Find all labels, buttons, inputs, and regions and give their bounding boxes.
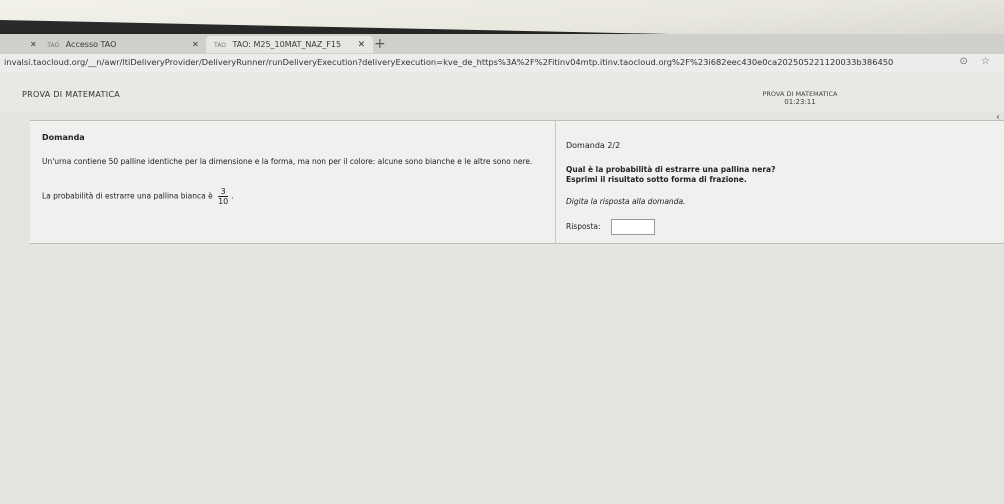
tab-favicon-icon: TAO bbox=[47, 42, 60, 49]
answer-row: Risposta: bbox=[566, 219, 986, 235]
timer: 01:23:11 bbox=[784, 98, 816, 106]
tab-tao-test[interactable]: TAO TAO: M25_10MAT_NAZ_F15 ✕ bbox=[206, 36, 374, 53]
probability-text: La probabilità di estrarre una pallina b… bbox=[42, 191, 213, 201]
question-counter: Domanda 2/2 bbox=[566, 141, 621, 150]
screen: ✕ TAO Accesso TAO ✕ TAO TAO: M25_10MAT_N… bbox=[0, 34, 1004, 504]
close-icon[interactable]: ✕ bbox=[192, 36, 199, 53]
question-stimulus: Domanda Un'urna contiene 50 palline iden… bbox=[42, 133, 552, 206]
question-stem: Un'urna contiene 50 palline identiche pe… bbox=[42, 157, 533, 166]
divider bbox=[555, 121, 556, 243]
test-info: PROVA DI MATEMATICA 01:23:11 bbox=[752, 90, 848, 106]
brand-title: PROVA DI MATEMATICA bbox=[22, 90, 121, 99]
reader-icon[interactable]: ⊙ bbox=[959, 56, 967, 67]
tab-favicon-icon: TAO bbox=[214, 42, 226, 49]
close-icon[interactable]: ✕ bbox=[30, 40, 37, 49]
url-text: invalsi.taocloud.org/__n/awr/ltiDelivery… bbox=[4, 57, 894, 67]
fraction-denominator: 10 bbox=[218, 197, 229, 206]
tab-title: Accesso TAO bbox=[65, 40, 117, 49]
close-icon[interactable]: ✕ bbox=[358, 40, 366, 50]
answer-panel: Domanda 2/2 Qual è la probabilità di est… bbox=[566, 141, 986, 235]
tab-accesso[interactable]: ✕ TAO Accesso TAO bbox=[30, 36, 116, 53]
answer-question: Qual è la probabilità di estrarre una pa… bbox=[566, 165, 776, 174]
tab-bar: ✕ TAO Accesso TAO ✕ TAO TAO: M25_10MAT_N… bbox=[0, 34, 1004, 54]
star-icon[interactable]: ☆ bbox=[981, 56, 990, 67]
fraction: 3 10 bbox=[218, 187, 229, 206]
tab-title: TAO: M25_10MAT_NAZ_F15 bbox=[232, 40, 342, 49]
address-bar[interactable]: invalsi.taocloud.org/__n/awr/ltiDelivery… bbox=[0, 54, 1004, 72]
app-header: PROVA DI MATEMATICA PROVA DI MATEMATICA … bbox=[0, 72, 1004, 112]
test-name: PROVA DI MATEMATICA bbox=[762, 90, 838, 98]
probability-statement: La probabilità di estrarre una pallina b… bbox=[42, 187, 552, 206]
question-panel: Domanda Un'urna contiene 50 palline iden… bbox=[30, 120, 1004, 244]
answer-hint: Digita la risposta alla domanda. bbox=[566, 197, 686, 206]
answer-input[interactable] bbox=[610, 219, 655, 235]
new-tab-icon[interactable]: + bbox=[374, 34, 386, 54]
question-title: Domanda bbox=[42, 133, 85, 142]
answer-label: Risposta: bbox=[566, 222, 601, 231]
fraction-numerator: 3 bbox=[218, 187, 229, 197]
period: . bbox=[231, 191, 234, 201]
answer-instruction: Esprimi il risultato sotto forma di fraz… bbox=[566, 175, 747, 184]
